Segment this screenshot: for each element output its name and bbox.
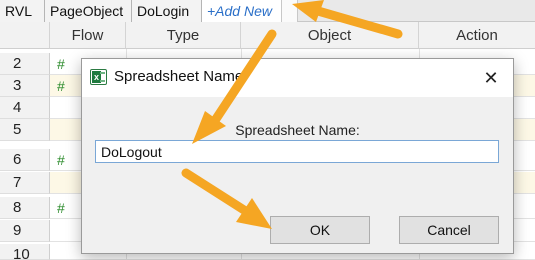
column-header-object[interactable]: Object [241,22,419,49]
row-number[interactable]: 7 [0,172,50,194]
hash-marker: # [57,78,65,94]
excel-icon: x [90,69,107,85]
hash-marker: # [57,56,65,72]
tab-blank [282,0,298,22]
tab-add-new[interactable]: +Add New [202,0,282,22]
sheet-tab-bar: RVL PageObject DoLogin +Add New [0,0,535,22]
column-header-flow[interactable]: Flow [50,22,126,49]
tab-dologin[interactable]: DoLogin [132,0,202,22]
column-header-action[interactable]: Action [419,22,535,49]
cancel-button[interactable]: Cancel [399,216,499,244]
column-header-type[interactable]: Type [126,22,241,49]
row-number[interactable]: 10 [0,244,50,260]
row-number[interactable]: 3 [0,75,50,97]
row-number[interactable]: 5 [0,119,50,141]
dialog-body: Spreadsheet Name: OK Cancel [82,97,513,253]
spreadsheet-name-dialog: x Spreadsheet Name ✕ Spreadsheet Name: O… [81,58,514,254]
spreadsheet-name-label: Spreadsheet Name: [235,122,360,138]
hash-marker: # [57,200,65,216]
row-number[interactable]: 2 [0,53,50,75]
spreadsheet-name-input[interactable] [95,140,499,163]
close-button[interactable]: ✕ [477,65,505,91]
corner-header [0,22,50,49]
row-number[interactable]: 9 [0,220,50,242]
dialog-titlebar[interactable]: x Spreadsheet Name ✕ [82,59,513,97]
row-number[interactable]: 6 [0,149,50,171]
ok-button[interactable]: OK [270,216,370,244]
row-number[interactable]: 8 [0,197,50,219]
row-number[interactable]: 4 [0,97,50,119]
dialog-title: Spreadsheet Name [114,68,244,85]
tab-rvl[interactable]: RVL [0,0,45,22]
tab-pageobject[interactable]: PageObject [45,0,132,22]
close-icon: ✕ [483,68,499,88]
hash-marker: # [57,152,65,168]
